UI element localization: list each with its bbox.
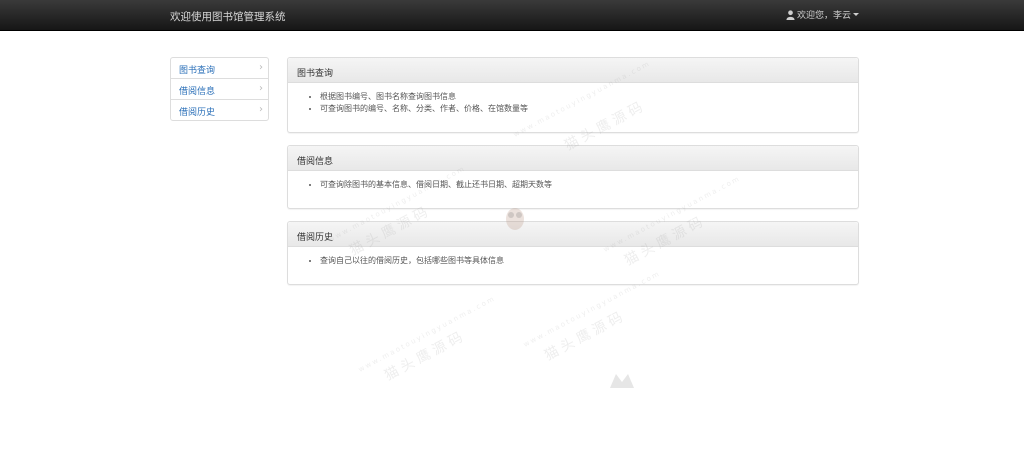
caret-down-icon xyxy=(853,13,859,16)
panel-title: 图书查询 xyxy=(288,58,858,83)
list-item: 可查询除图书的基本信息、借阅日期、截止还书日期、超期天数等 xyxy=(320,179,858,191)
panel-borrow-info: 借阅信息 可查询除图书的基本信息、借阅日期、截止还书日期、超期天数等 xyxy=(287,145,859,209)
sidebar-item-label: 借阅历史 xyxy=(179,108,216,118)
top-navbar: 欢迎使用图书馆管理系统 欢迎您，李云 xyxy=(0,0,1024,31)
list-item: 查询自己以往的借阅历史，包括哪些图书等具体信息 xyxy=(320,255,858,267)
user-icon xyxy=(786,9,795,20)
chevron-right-icon: › xyxy=(259,104,263,115)
user-menu[interactable]: 欢迎您，李云 xyxy=(786,8,859,21)
sidebar-item-borrow-info[interactable]: 借阅信息 › xyxy=(170,78,269,100)
sidebar-item-borrow-history[interactable]: 借阅历史 › xyxy=(170,99,269,121)
app-title[interactable]: 欢迎使用图书馆管理系统 xyxy=(170,9,286,24)
owl-logo-icon xyxy=(506,208,524,230)
sidebar-item-book-search[interactable]: 图书查询 › xyxy=(170,57,269,79)
sidebar-item-label: 图书查询 xyxy=(179,66,216,76)
chevron-right-icon: › xyxy=(259,83,263,94)
sidebar-item-label: 借阅信息 xyxy=(179,87,216,97)
sidebar-nav: 图书查询 › 借阅信息 › 借阅历史 › xyxy=(170,57,269,121)
list-item: 可查询图书的编号、名称、分类、作者、价格、在馆数量等 xyxy=(320,103,858,115)
user-greeting: 欢迎您，李云 xyxy=(796,11,851,21)
chevron-right-icon: › xyxy=(259,62,263,73)
owl-logo-icon xyxy=(610,374,634,388)
panel-book-search: 图书查询 根据图书编号、图书名称查询图书信息 可查询图书的编号、名称、分类、作者… xyxy=(287,57,859,133)
